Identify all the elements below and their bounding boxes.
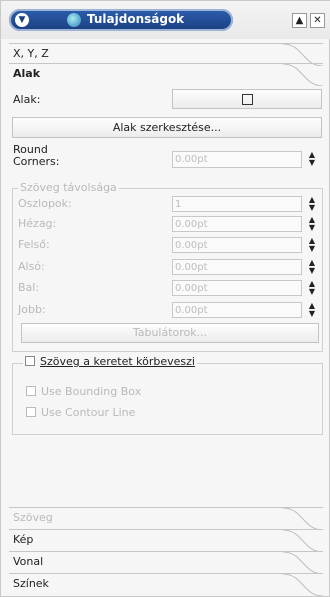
contour-line-row[interactable]: Use Contour Line [26, 406, 135, 419]
gap-spinner-icon[interactable]: ▲ ▼ [305, 216, 319, 232]
text-flow-label: Szöveg a keretet körbeveszi [40, 355, 195, 368]
shade-button[interactable]: ▲ [292, 13, 307, 28]
columns-label: Oszlopok: [18, 197, 72, 210]
section-text[interactable]: Szöveg [9, 507, 323, 530]
gap-field[interactable]: 0.00pt [172, 216, 302, 232]
section-alak[interactable]: Alak [9, 63, 323, 86]
section-line-label: Vonal [13, 555, 44, 568]
text-distance-title: Szöveg távolsága [18, 181, 119, 194]
top-field[interactable]: 0.00pt [172, 237, 302, 253]
bounding-box-label: Use Bounding Box [41, 385, 142, 398]
section-colors-label: Színek [13, 577, 49, 590]
text-flow-group [12, 363, 323, 435]
edit-shape-button[interactable]: Alak szerkesztése... [12, 117, 322, 138]
shape-label: Alak: [13, 93, 41, 106]
window-title: Tulajdonságok [87, 12, 185, 26]
bottom-field[interactable]: 0.00pt [172, 259, 302, 275]
round-corners-label: Round Corners: [13, 144, 59, 168]
close-button[interactable]: ✕ [310, 13, 325, 28]
round-corners-spinner-icon[interactable]: ▲ ▼ [305, 151, 319, 167]
title-bar: ▼ Tulajdonságok ▲ ✕ [1, 1, 330, 39]
columns-spinner-icon[interactable]: ▲ ▼ [305, 196, 319, 212]
checkbox-icon[interactable] [25, 356, 35, 366]
round-corners-field[interactable]: 0.00pt [172, 151, 302, 168]
round-corners-label-line2: Corners: [13, 155, 60, 168]
checkbox-icon[interactable] [26, 386, 36, 396]
section-line[interactable]: Vonal [9, 551, 323, 574]
text-flow-checkbox-row[interactable]: Szöveg a keretet körbeveszi [23, 355, 197, 368]
section-image-label: Kép [13, 533, 34, 546]
section-text-label: Szöveg [13, 511, 53, 524]
bottom-label: Alsó: [18, 260, 45, 273]
section-image[interactable]: Kép [9, 529, 323, 552]
section-alak-label: Alak [13, 67, 41, 80]
bottom-spinner-icon[interactable]: ▲ ▼ [305, 259, 319, 275]
app-icon [67, 13, 81, 27]
left-field[interactable]: 0.00pt [172, 280, 302, 296]
bounding-box-row[interactable]: Use Bounding Box [26, 385, 141, 398]
gap-label: Hézag: [18, 217, 57, 230]
title-pill[interactable]: ▼ Tulajdonságok [9, 9, 233, 31]
shape-select-button[interactable] [172, 89, 322, 109]
checkbox-icon[interactable] [26, 407, 36, 417]
chevron-down-icon[interactable]: ▼ [15, 13, 29, 27]
columns-field[interactable]: 1 [172, 196, 302, 212]
right-label: Jobb: [18, 303, 46, 316]
properties-window: ▼ Tulajdonságok ▲ ✕ X, Y, Z Alak Alak: A… [0, 0, 330, 597]
square-shape-icon [241, 94, 253, 105]
top-spinner-icon[interactable]: ▲ ▼ [305, 237, 319, 253]
section-xyz-label: X, Y, Z [13, 47, 49, 60]
contour-line-label: Use Contour Line [41, 406, 136, 419]
section-curve-icon [283, 530, 323, 552]
section-colors[interactable]: Színek [9, 573, 323, 596]
top-label: Felső: [18, 238, 50, 251]
section-curve-icon [283, 552, 323, 574]
section-curve-icon [283, 64, 323, 86]
left-label: Bal: [18, 281, 40, 294]
section-curve-icon [283, 508, 323, 530]
section-curve-icon [283, 574, 323, 596]
tabulators-button[interactable]: Tabulátorok... [21, 323, 319, 343]
right-spinner-icon[interactable]: ▲ ▼ [305, 302, 319, 318]
left-spinner-icon[interactable]: ▲ ▼ [305, 280, 319, 296]
right-field[interactable]: 0.00pt [172, 302, 302, 318]
